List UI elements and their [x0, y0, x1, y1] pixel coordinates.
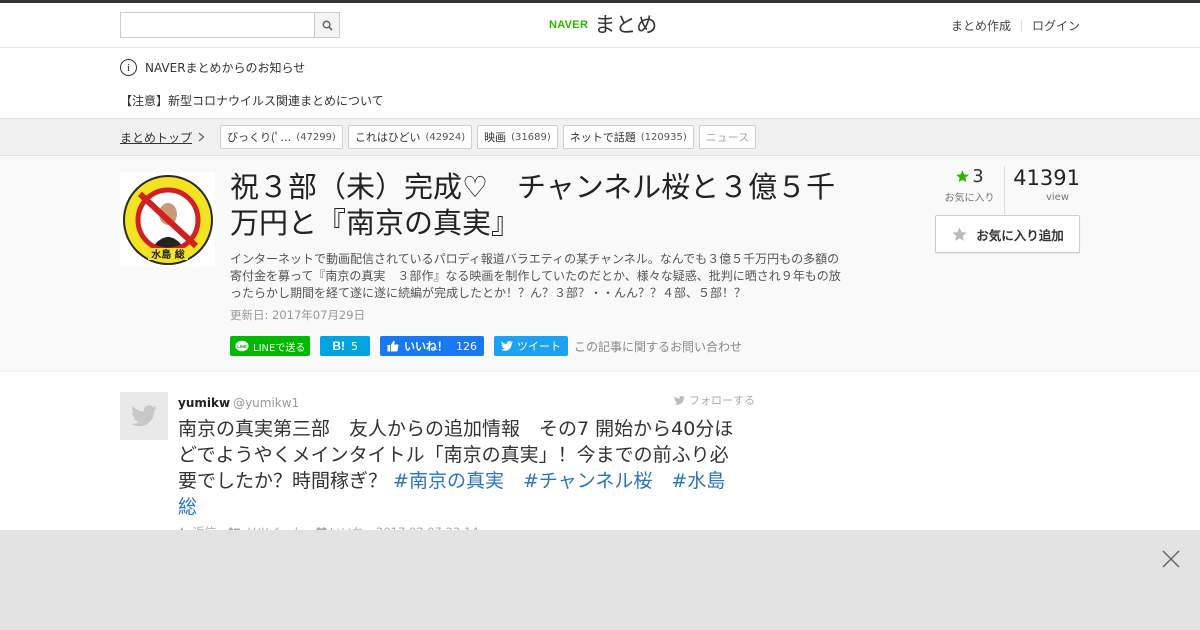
tweet-user-name[interactable]: yumikw	[178, 396, 230, 410]
thumbnail-badge-image: 水島 総	[122, 174, 213, 265]
tweet-avatar[interactable]	[120, 392, 168, 440]
tweet-author: yumikw @yumikw1	[178, 392, 758, 411]
follow-button[interactable]: フォローする	[674, 392, 755, 408]
article-stats: 3 お気に入り 41391 view	[935, 166, 1080, 214]
contact-link[interactable]: この記事に関するお問い合わせ	[574, 338, 742, 355]
line-share-label: LINEで送る	[253, 342, 306, 354]
search-input[interactable]	[121, 13, 315, 37]
tag-label: 映画	[484, 131, 507, 144]
facebook-like-button[interactable]: いいね！ 126	[380, 336, 484, 356]
category-tag[interactable]: ネットで話題 (120935)	[562, 125, 694, 149]
thumbs-up-icon	[387, 340, 399, 352]
tweet-text: 南京の真実第三部 友人からの追加情報 その7 開始から40分ほどでようやくメイン…	[178, 416, 743, 520]
twitter-bird-icon	[131, 405, 157, 427]
svg-text:LINE: LINE	[237, 344, 247, 349]
search-icon	[322, 20, 333, 31]
ad-overlay-banner	[0, 530, 1200, 630]
line-icon: LINE	[235, 340, 249, 351]
close-icon[interactable]	[1161, 549, 1181, 569]
article-title: 祝３部（未）完成♡ チャンネル桜と３億５千万円と『南京の真実』	[230, 170, 836, 240]
add-favorite-label: お気に入り追加	[976, 227, 1064, 243]
tweet-body: yumikw @yumikw1 フォローする 南京の真実第三部 友人からの追加情報…	[178, 392, 758, 540]
hatena-bookmark-button[interactable]: B! 5	[320, 336, 370, 356]
chevron-right-icon	[198, 131, 205, 145]
notice-item-link[interactable]: 【注意】新型コロナウイルス関連まとめについて	[120, 92, 384, 109]
logo-brand: NAVER	[549, 19, 589, 31]
twitter-bird-icon	[674, 395, 685, 405]
tag-label: これはひどい	[354, 131, 421, 144]
tag-count: (31689)	[511, 131, 551, 143]
tweet-button[interactable]: ツイート	[494, 336, 568, 356]
category-tag[interactable]: 映画 (31689)	[477, 125, 558, 149]
notice-title: NAVERまとめからのお知らせ	[145, 61, 306, 75]
category-tag[interactable]: ニュース	[698, 125, 757, 149]
facebook-like-count: 126	[456, 339, 477, 353]
divider	[1020, 19, 1022, 32]
line-share-button[interactable]: LINE LINEで送る	[230, 336, 311, 356]
updated-date: 更新日: 2017年07月29日	[230, 308, 366, 322]
favorites-label: お気に入り	[944, 193, 995, 204]
views-label: view	[1045, 192, 1070, 203]
follow-label: フォローする	[689, 394, 755, 407]
star-outline-icon	[952, 226, 967, 241]
views-stat: 41391 view	[1005, 166, 1080, 214]
article-header: 水島 総 祝３部（未）完成♡ チャンネル桜と３億５千万円と『南京の真実』 インタ…	[0, 156, 1200, 372]
site-logo[interactable]: NAVER まとめ	[549, 12, 657, 38]
facebook-like-label: いいね！	[404, 340, 448, 353]
tag-label: ネットで話題	[569, 131, 636, 144]
article-description: インターネットで動画配信されているパロディ報道バラエティの某チャンネル。なんでも…	[230, 252, 841, 300]
search-button[interactable]	[314, 13, 339, 37]
tag-count: (42924)	[425, 131, 466, 143]
category-bar: まとめトップ びっくり(ﾟ… (47299) これはひどい (42924) 映画 (3…	[0, 118, 1200, 156]
star-icon	[956, 170, 970, 183]
info-icon: i	[120, 59, 137, 76]
add-favorite-button[interactable]: お気に入り追加	[935, 215, 1080, 253]
breadcrumb-top-link[interactable]: まとめトップ	[120, 129, 192, 146]
tweet-user-handle[interactable]: @yumikw1	[233, 396, 299, 410]
category-tag[interactable]: これはひどい (42924)	[347, 125, 473, 149]
site-header: NAVER まとめ まとめ作成 ログイン	[0, 3, 1200, 48]
tweet-button-label: ツイート	[517, 340, 561, 353]
category-tag[interactable]: びっくり(ﾟ… (47299)	[220, 125, 343, 149]
thumbnail-name: 水島 総	[150, 248, 184, 261]
favorites-stat: 3 お気に入り	[935, 166, 1005, 214]
views-count: 41391	[1013, 166, 1080, 190]
hatena-count: 5	[351, 339, 358, 353]
share-buttons: LINE LINEで送る B! 5 いいね！ 126 ツイート この記事に関する…	[230, 336, 742, 356]
tag-label: びっくり(ﾟ…	[227, 131, 292, 144]
hatena-icon: B!	[332, 339, 345, 353]
category-tags: びっくり(ﾟ… (47299) これはひどい (42924) 映画 (31689) ネ…	[220, 125, 757, 149]
twitter-bird-icon	[501, 341, 513, 351]
header-links: まとめ作成 ログイン	[951, 17, 1080, 34]
search-box	[120, 12, 340, 38]
notice-section: i NAVERまとめからのお知らせ 【注意】新型コロナウイルス関連まとめについて	[0, 48, 1200, 118]
breadcrumb[interactable]: まとめトップ	[120, 129, 205, 146]
tag-label: ニュース	[705, 131, 750, 144]
article-thumbnail[interactable]: 水島 総	[120, 172, 215, 267]
notice-heading: i NAVERまとめからのお知らせ	[120, 59, 305, 76]
tag-count: (47299)	[296, 131, 336, 143]
login-link[interactable]: ログイン	[1032, 17, 1080, 34]
create-matome-link[interactable]: まとめ作成	[951, 17, 1011, 34]
logo-text: まとめ	[594, 13, 658, 37]
favorites-count: 3	[972, 166, 984, 187]
tag-count: (120935)	[640, 131, 687, 143]
